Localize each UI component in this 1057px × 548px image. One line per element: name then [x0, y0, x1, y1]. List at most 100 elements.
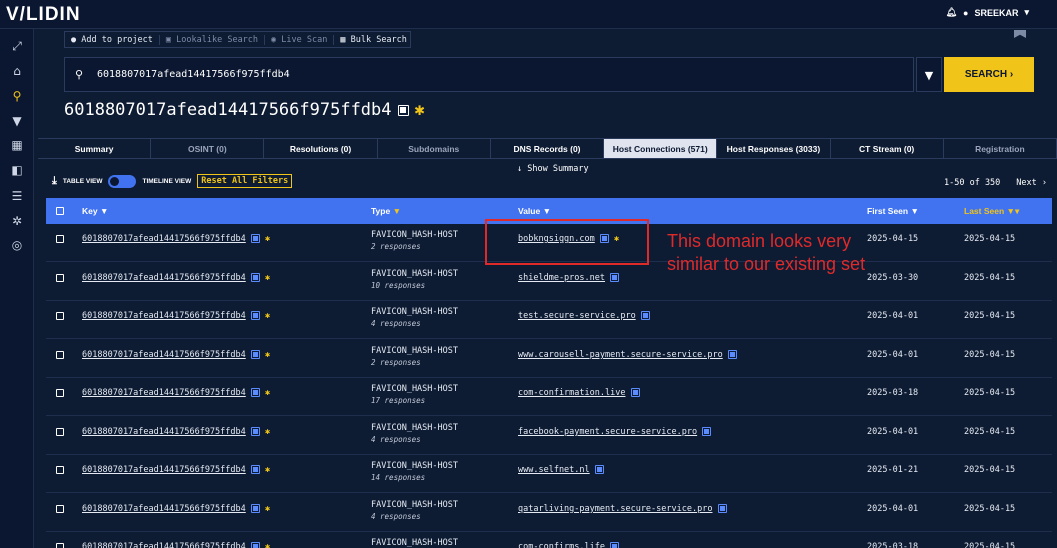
copy-icon[interactable]	[727, 350, 737, 359]
select-all-checkbox[interactable]	[56, 207, 64, 215]
row-responses[interactable]: 4 responses	[371, 435, 421, 444]
compare-icon[interactable]: ◧	[9, 162, 25, 178]
column-key[interactable]: Key ▼	[82, 206, 108, 216]
row-responses[interactable]: 14 responses	[371, 473, 425, 482]
value-link[interactable]: www.carousell-payment.secure-service.pro	[518, 350, 723, 360]
copy-icon[interactable]	[250, 427, 260, 436]
table-row[interactable]: 6018807017afead14417566f975ffdb4 ✱ FAVICO…	[46, 532, 1052, 548]
column-last-seen[interactable]: Last Seen ▼▾	[964, 206, 1019, 217]
user-menu[interactable]: 🔔︎ ● SREEKAR ▾	[946, 7, 1029, 18]
row-checkbox[interactable]	[56, 235, 64, 243]
tab-ct-stream[interactable]: CT Stream (0)	[831, 139, 944, 158]
bookmark-icon[interactable]	[1014, 30, 1026, 38]
reset-filters-button[interactable]: Reset All Filters	[197, 174, 293, 188]
table-row[interactable]: 6018807017afead14417566f975ffdb4 ✱ FAVICO…	[46, 455, 1052, 493]
logo[interactable]: V/LIDIN	[6, 4, 81, 26]
key-link[interactable]: 6018807017afead14417566f975ffdb4	[82, 388, 246, 398]
filter-icon[interactable]: ▼	[9, 113, 25, 129]
tab-resolutions[interactable]: Resolutions (0)	[264, 139, 378, 158]
key-link[interactable]: 6018807017afead14417566f975ffdb4	[82, 273, 246, 283]
row-responses[interactable]: 2 responses	[371, 358, 421, 367]
table-row[interactable]: 6018807017afead14417566f975ffdb4 ✱ FAVICO…	[46, 378, 1052, 416]
table-row[interactable]: 6018807017afead14417566f975ffdb4 ✱ FAVICO…	[46, 417, 1052, 455]
copy-icon[interactable]	[640, 311, 650, 320]
row-checkbox[interactable]	[56, 505, 64, 513]
lookalike-search-button[interactable]: ▣ Lookalike Search	[160, 34, 266, 45]
key-link[interactable]: 6018807017afead14417566f975ffdb4	[82, 350, 246, 360]
key-link[interactable]: 6018807017afead14417566f975ffdb4	[82, 542, 246, 548]
filter-icon[interactable]: ▼	[910, 206, 918, 216]
tab-host-connections[interactable]: Host Connections (571)	[604, 139, 718, 158]
value-link[interactable]: test.secure-service.pro	[518, 311, 636, 321]
row-responses[interactable]: 10 responses	[371, 281, 425, 290]
list-icon[interactable]: ☰	[9, 188, 25, 204]
value-link[interactable]: www.selfnet.nl	[518, 465, 590, 475]
row-responses[interactable]: 2 responses	[371, 242, 421, 251]
next-page-button[interactable]: Next ›	[1016, 178, 1047, 188]
column-first-seen[interactable]: First Seen ▼	[867, 206, 919, 216]
table-row[interactable]: 6018807017afead14417566f975ffdb4 ✱ FAVICO…	[46, 340, 1052, 378]
star-icon[interactable]: ✱	[265, 350, 270, 360]
search-button[interactable]: SEARCH ›	[944, 57, 1034, 92]
star-icon[interactable]: ✱	[265, 427, 270, 437]
expand-icon[interactable]: ⤢	[9, 38, 25, 54]
show-summary-toggle[interactable]: ↓ Show Summary	[517, 164, 589, 174]
filter-icon[interactable]: ▼	[100, 206, 108, 216]
copy-icon[interactable]	[250, 388, 260, 397]
column-value[interactable]: Value ▼	[518, 206, 551, 216]
tab-osint[interactable]: OSINT (0)	[151, 139, 265, 158]
copy-icon[interactable]	[702, 427, 712, 436]
key-link[interactable]: 6018807017afead14417566f975ffdb4	[82, 311, 246, 321]
download-icon[interactable]: ⤓	[52, 175, 57, 188]
star-icon[interactable]: ✱	[265, 542, 270, 548]
tab-registration[interactable]: Registration	[944, 139, 1057, 158]
copy-icon[interactable]	[250, 311, 260, 320]
row-checkbox[interactable]	[56, 428, 64, 436]
copy-icon[interactable]	[250, 504, 260, 513]
copy-icon[interactable]	[594, 465, 604, 474]
search-icon[interactable]: ⚲	[9, 88, 25, 104]
star-icon[interactable]: ✱	[415, 100, 425, 120]
row-responses[interactable]: 4 responses	[371, 319, 421, 328]
value-link[interactable]: qatarliving-payment.secure-service.pro	[518, 504, 712, 514]
target-icon[interactable]: ◎	[9, 237, 25, 253]
star-icon[interactable]: ✱	[265, 273, 270, 283]
table-row[interactable]: 6018807017afead14417566f975ffdb4 ✱ FAVICO…	[46, 263, 1052, 301]
home-icon[interactable]: ⌂	[9, 63, 25, 79]
copy-icon[interactable]	[610, 542, 620, 548]
key-link[interactable]: 6018807017afead14417566f975ffdb4	[82, 504, 246, 514]
row-checkbox[interactable]	[56, 389, 64, 397]
key-link[interactable]: 6018807017afead14417566f975ffdb4	[82, 465, 246, 475]
bug-icon[interactable]: ✲	[9, 213, 25, 229]
star-icon[interactable]: ✱	[265, 311, 270, 321]
row-checkbox[interactable]	[56, 312, 64, 320]
tab-host-responses[interactable]: Host Responses (3033)	[717, 139, 831, 158]
column-type[interactable]: Type ▼	[371, 206, 401, 216]
live-scan-button[interactable]: ◉ Live Scan	[265, 34, 335, 45]
tab-summary[interactable]: Summary	[38, 139, 152, 158]
star-icon[interactable]: ✱	[265, 504, 270, 514]
search-input[interactable]: 6018807017afead14417566f975ffdb4	[97, 69, 290, 80]
row-checkbox[interactable]	[56, 351, 64, 359]
copy-icon[interactable]	[250, 234, 260, 243]
copy-icon[interactable]	[397, 104, 409, 116]
row-checkbox[interactable]	[56, 274, 64, 282]
sort-desc-icon[interactable]: ▼▾	[1007, 206, 1020, 216]
copy-icon[interactable]	[250, 350, 260, 359]
row-checkbox[interactable]	[56, 543, 64, 548]
copy-icon[interactable]	[610, 273, 620, 282]
star-icon[interactable]: ✱	[265, 465, 270, 475]
copy-icon[interactable]	[250, 273, 260, 282]
grid-icon[interactable]: ▦	[9, 137, 25, 153]
add-to-project-button[interactable]: ● Add to project	[65, 34, 160, 45]
key-link[interactable]: 6018807017afead14417566f975ffdb4	[82, 234, 246, 244]
search-bar[interactable]: ⚲ 6018807017afead14417566f975ffdb4	[64, 57, 914, 92]
copy-icon[interactable]	[717, 504, 727, 513]
value-link[interactable]: com-confirms.life	[518, 542, 605, 548]
value-link[interactable]: facebook-payment.secure-service.pro	[518, 427, 697, 437]
row-responses[interactable]: 17 responses	[371, 396, 425, 405]
filter-button[interactable]: ▼	[916, 57, 942, 92]
filter-icon[interactable]: ▼	[393, 206, 401, 216]
table-row[interactable]: 6018807017afead14417566f975ffdb4 ✱ FAVICO…	[46, 301, 1052, 339]
copy-icon[interactable]	[250, 465, 260, 474]
